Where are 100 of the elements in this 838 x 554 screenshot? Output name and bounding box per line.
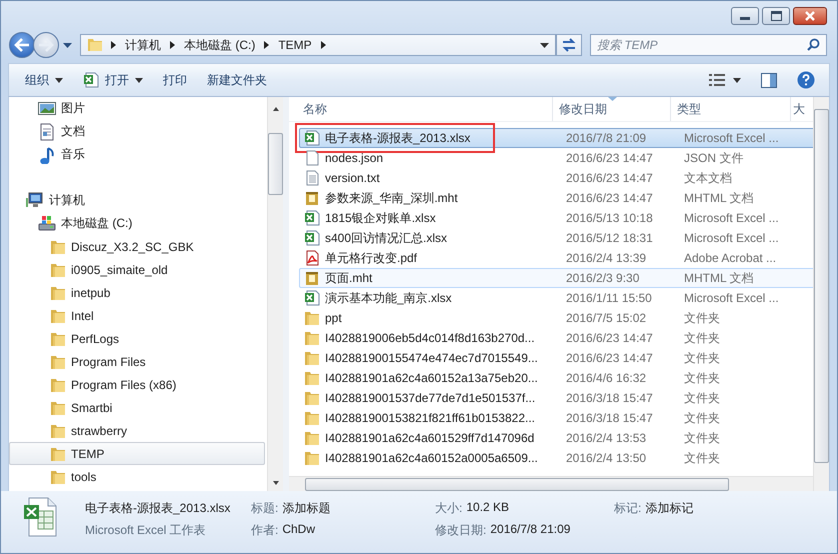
document-icon [38, 122, 56, 140]
search-icon[interactable] [807, 38, 820, 51]
close-button[interactable] [793, 7, 827, 25]
column-header[interactable]: 名称 [297, 97, 553, 121]
folder-icon [304, 310, 320, 326]
table-cell-text: 文件夹 [683, 430, 721, 446]
file-row[interactable]: I402881900153821f821ff61b0153822... 2016/3/18 15:47 文件夹 [299, 408, 813, 428]
file-row[interactable]: I4028819006eb5d4c014f8d163b270d... 2016/6/23 14:47 文件夹 [299, 328, 813, 348]
refresh-button[interactable] [556, 34, 582, 56]
scrollbar[interactable] [267, 97, 283, 491]
breadcrumb[interactable]: 计算机 [125, 36, 161, 54]
file-row[interactable]: I402881901a62c4a601529ff7d147096d 2016/2/4 13:53 文件夹 [299, 428, 813, 448]
table-cell-text: 2016/7/8 21:09 [565, 131, 648, 145]
folder-icon [304, 390, 320, 406]
toolbar-menu-button[interactable]: 打开 [77, 68, 153, 92]
column-header[interactable]: 类型 [671, 97, 791, 121]
table-cell-text: 2016/6/23 14:47 [565, 171, 654, 185]
file-row[interactable]: 页面.mht 2016/2/3 9:30 MHTML 文档 [299, 268, 813, 288]
file-row[interactable]: 演示基本功能_南京.xlsx 2016/1/11 15:50 Microsoft Excel ... [299, 288, 813, 308]
table-cell-text: 2016/2/4 13:50 [565, 451, 648, 465]
navigation-item[interactable]: inetpub [9, 281, 265, 304]
field-value: 2016/7/8 21:09 [490, 522, 570, 538]
navigation-item[interactable]: Program Files (x86) [9, 373, 265, 396]
navigation-item[interactable]: Program Files [9, 350, 265, 373]
toolbar-button[interactable]: 新建文件夹 [201, 68, 277, 92]
computer-icon [26, 192, 44, 210]
table-cell-text: MHTML 文档 [683, 190, 755, 206]
chevron-icon [264, 41, 270, 49]
navigation-item[interactable]: Smartbi [9, 396, 265, 419]
table-cell-text: 2016/6/23 14:47 [565, 191, 654, 205]
file-name: 1815银企对账单.xlsx [325, 210, 436, 226]
search-field[interactable]: 搜索 TEMP [590, 34, 827, 56]
navigation-item[interactable]: 文档 [9, 120, 265, 143]
folder-icon [304, 350, 320, 366]
file-row[interactable]: 电子表格-源报表_2013.xlsx 2016/7/8 21:09 Microsoft Excel ... [299, 128, 813, 148]
navigation-item[interactable]: tools [9, 465, 265, 488]
file-row[interactable]: 单元格行改变.pdf 2016/2/4 13:39 Adobe Acrobat ... [299, 248, 813, 268]
scrollbar[interactable] [813, 97, 829, 491]
maximize-button[interactable] [762, 7, 790, 25]
file-name: I4028819006eb5d4c014f8d163b270d... [325, 331, 535, 345]
table-cell-text: 2016/3/18 15:47 [565, 411, 654, 425]
file-row[interactable]: I402881900155474e474ec7d7015549... 2016/6/23 14:47 文件夹 [299, 348, 813, 368]
file-row[interactable]: I4028819001537de77de7d1e501537f... 2016/3/18 15:47 文件夹 [299, 388, 813, 408]
file-row[interactable]: 参数来源_华南_深圳.mht 2016/6/23 14:47 MHTML 文档 [299, 188, 813, 208]
navigation-item[interactable]: 图片 [9, 97, 265, 120]
file-row[interactable]: version.txt 2016/6/23 14:47 文本文档 [299, 168, 813, 188]
spreadsheet-icon [304, 210, 320, 226]
file-name: I402881901a62c4a601529ff7d147096d [325, 431, 534, 445]
folder-icon [50, 354, 66, 370]
folder-icon [50, 238, 66, 254]
file-name: I402881900153821f821ff61b0153822... [325, 411, 535, 425]
folder-icon [304, 410, 320, 426]
navigation-item[interactable]: Intel [9, 304, 265, 327]
back-button[interactable] [9, 32, 35, 58]
column-header[interactable]: 大 [791, 97, 813, 121]
spreadsheet-icon [304, 130, 320, 146]
address-bar[interactable]: 计算机 本地磁盘 (C:) TEMP [80, 34, 556, 56]
field-label: 标记: [614, 500, 642, 517]
forward-button[interactable] [33, 32, 59, 58]
table-cell-text: Microsoft Excel ... [683, 291, 780, 305]
file-name: 电子表格-源报表_2013.xlsx [325, 130, 470, 146]
navigation-item[interactable]: 计算机 [9, 189, 265, 212]
table-cell-text: 文件夹 [683, 410, 721, 426]
column-header[interactable]: 修改日期 [553, 97, 671, 121]
table-cell-text: 2016/5/12 18:31 [565, 231, 654, 245]
table-cell-text: 2016/3/18 15:47 [565, 391, 654, 405]
navigation-item[interactable]: PerfLogs [9, 327, 265, 350]
breadcrumb[interactable]: 本地磁盘 (C:) [184, 36, 256, 54]
file-row[interactable]: nodes.json 2016/6/23 14:47 JSON 文件 [299, 148, 813, 168]
breadcrumb[interactable]: TEMP [278, 38, 312, 52]
file-name: I402881901a62c4a60152a13a75eb20... [325, 371, 538, 385]
file-row[interactable]: I402881901a62c4a60152a13a75eb20... 2016/4/6 16:32 文件夹 [299, 368, 813, 388]
file-row[interactable]: 1815银企对账单.xlsx 2016/5/13 10:18 Microsoft Excel ... [299, 208, 813, 228]
file-row[interactable]: s400回访情况汇总.xlsx 2016/5/12 18:31 Microsoft Excel ... [299, 228, 813, 248]
navigation-item[interactable]: i0905_simaite_old [9, 258, 265, 281]
table-cell-text: 2016/6/23 14:47 [565, 151, 654, 165]
navigation-item[interactable]: 本地磁盘 (C:) [9, 212, 265, 235]
table-cell-text: 2016/6/23 14:47 [565, 331, 654, 345]
file-name: I4028819001537de77de7d1e501537f... [325, 391, 536, 405]
toolbar-menu-button[interactable]: 组织 [19, 68, 73, 92]
history-caret-icon[interactable] [63, 42, 72, 48]
dropdown-caret-icon[interactable] [540, 42, 549, 48]
table-cell-text: 2016/2/4 13:53 [565, 431, 648, 445]
navigation-item[interactable]: Discuz_X3.2_SC_GBK [9, 235, 265, 258]
file-row[interactable]: I402881901a62c4a60152a0005a6509... 2016/2/4 13:50 文件夹 [299, 448, 813, 468]
folder-icon [50, 330, 66, 346]
spreadsheet-icon [83, 72, 99, 88]
horizontal-scrollbar[interactable] [289, 476, 813, 491]
navigation-item[interactable]: strawberry [9, 419, 265, 442]
navigation-item[interactable]: 音乐 [9, 143, 265, 166]
navigation-item[interactable]: TEMP [9, 442, 265, 465]
web-document-icon [304, 190, 320, 206]
music-note-icon [38, 146, 56, 164]
file-name: 电子表格-源报表_2013.xlsx [85, 500, 232, 517]
file-row[interactable]: ppt 2016/7/5 15:02 文件夹 [299, 308, 813, 328]
minimize-button[interactable] [731, 7, 759, 25]
field-value: 10.2 KB [466, 500, 510, 516]
spreadsheet-icon [304, 230, 320, 246]
toolbar-button[interactable]: 打印 [157, 68, 197, 92]
table-cell-text: 文本文档 [683, 170, 733, 186]
